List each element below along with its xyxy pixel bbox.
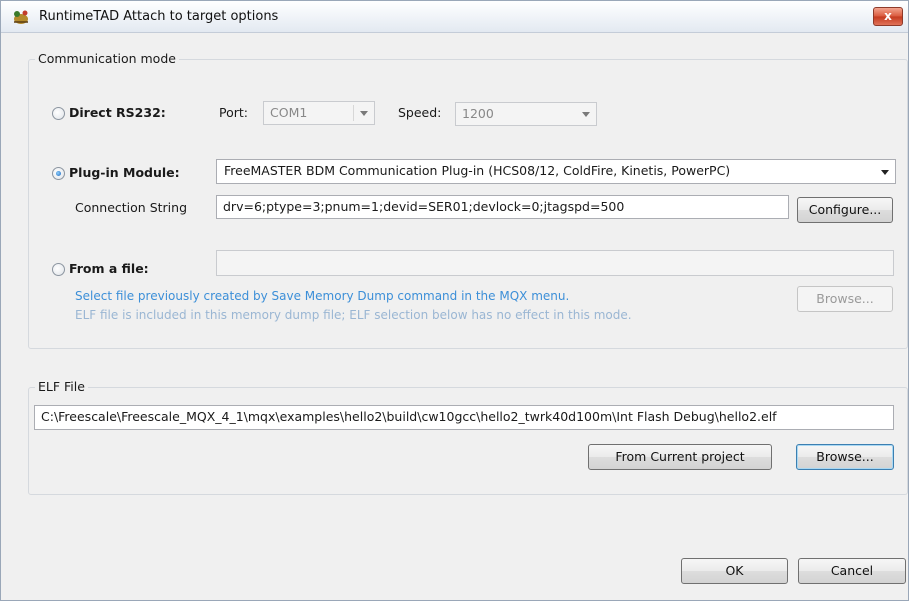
direct-rs232-label[interactable]: Direct RS232: <box>69 105 166 120</box>
speed-select[interactable]: 1200 <box>455 102 597 126</box>
close-icon: x <box>884 9 892 23</box>
connection-string-field[interactable]: drv=6;ptype=3;pnum=1;devid=SER01;devlock… <box>216 195 789 219</box>
elf-file-group <box>28 387 908 495</box>
dialog-window: RuntimeTAD Attach to target options x Co… <box>0 0 909 601</box>
file-info-line2: ELF file is included in this memory dump… <box>75 308 632 322</box>
chevron-down-icon <box>881 170 889 175</box>
file-info-line1: Select file previously created by Save M… <box>75 289 570 303</box>
speed-label: Speed: <box>398 105 442 120</box>
from-file-label[interactable]: From a file: <box>69 261 149 276</box>
connection-string-value: drv=6;ptype=3;pnum=1;devid=SER01;devlock… <box>223 199 625 214</box>
chevron-down-icon <box>360 111 368 116</box>
from-current-project-label: From Current project <box>615 449 745 464</box>
file-path-field[interactable] <box>216 250 894 276</box>
plugin-module-label[interactable]: Plug-in Module: <box>69 165 180 180</box>
elf-path-value: C:\Freescale\Freescale_MQX_4_1\mqx\examp… <box>41 409 777 424</box>
port-select[interactable]: COM1 <box>263 101 375 125</box>
title-bar[interactable]: RuntimeTAD Attach to target options x <box>1 1 908 33</box>
port-label: Port: <box>219 105 248 120</box>
window-title: RuntimeTAD Attach to target options <box>39 9 279 24</box>
cancel-button[interactable]: Cancel <box>798 558 906 584</box>
from-current-project-button[interactable]: From Current project <box>588 444 772 470</box>
close-button[interactable]: x <box>873 7 903 26</box>
plugin-module-value: FreeMASTER BDM Communication Plug-in (HC… <box>224 163 731 178</box>
speed-value: 1200 <box>462 106 494 121</box>
direct-rs232-radio[interactable] <box>52 107 65 120</box>
from-file-radio[interactable] <box>52 263 65 276</box>
plugin-module-select[interactable]: FreeMASTER BDM Communication Plug-in (HC… <box>216 159 896 184</box>
cancel-label: Cancel <box>830 563 874 578</box>
elf-browse-label: Browse... <box>816 449 874 464</box>
elf-file-title: ELF File <box>35 379 88 394</box>
communication-mode-title: Communication mode <box>35 51 179 66</box>
file-browse-label: Browse... <box>816 291 874 306</box>
plugin-module-radio[interactable] <box>52 167 65 180</box>
elf-browse-button[interactable]: Browse... <box>796 444 894 470</box>
app-icon <box>14 10 28 24</box>
ok-button[interactable]: OK <box>681 558 788 584</box>
elf-path-field[interactable]: C:\Freescale\Freescale_MQX_4_1\mqx\examp… <box>34 405 894 430</box>
port-value: COM1 <box>270 105 308 120</box>
chevron-down-icon <box>582 112 590 117</box>
connection-string-label: Connection String <box>75 200 188 215</box>
ok-label: OK <box>725 563 744 578</box>
configure-button[interactable]: Configure... <box>797 197 893 223</box>
file-browse-button[interactable]: Browse... <box>797 286 893 312</box>
configure-button-label: Configure... <box>808 202 882 217</box>
